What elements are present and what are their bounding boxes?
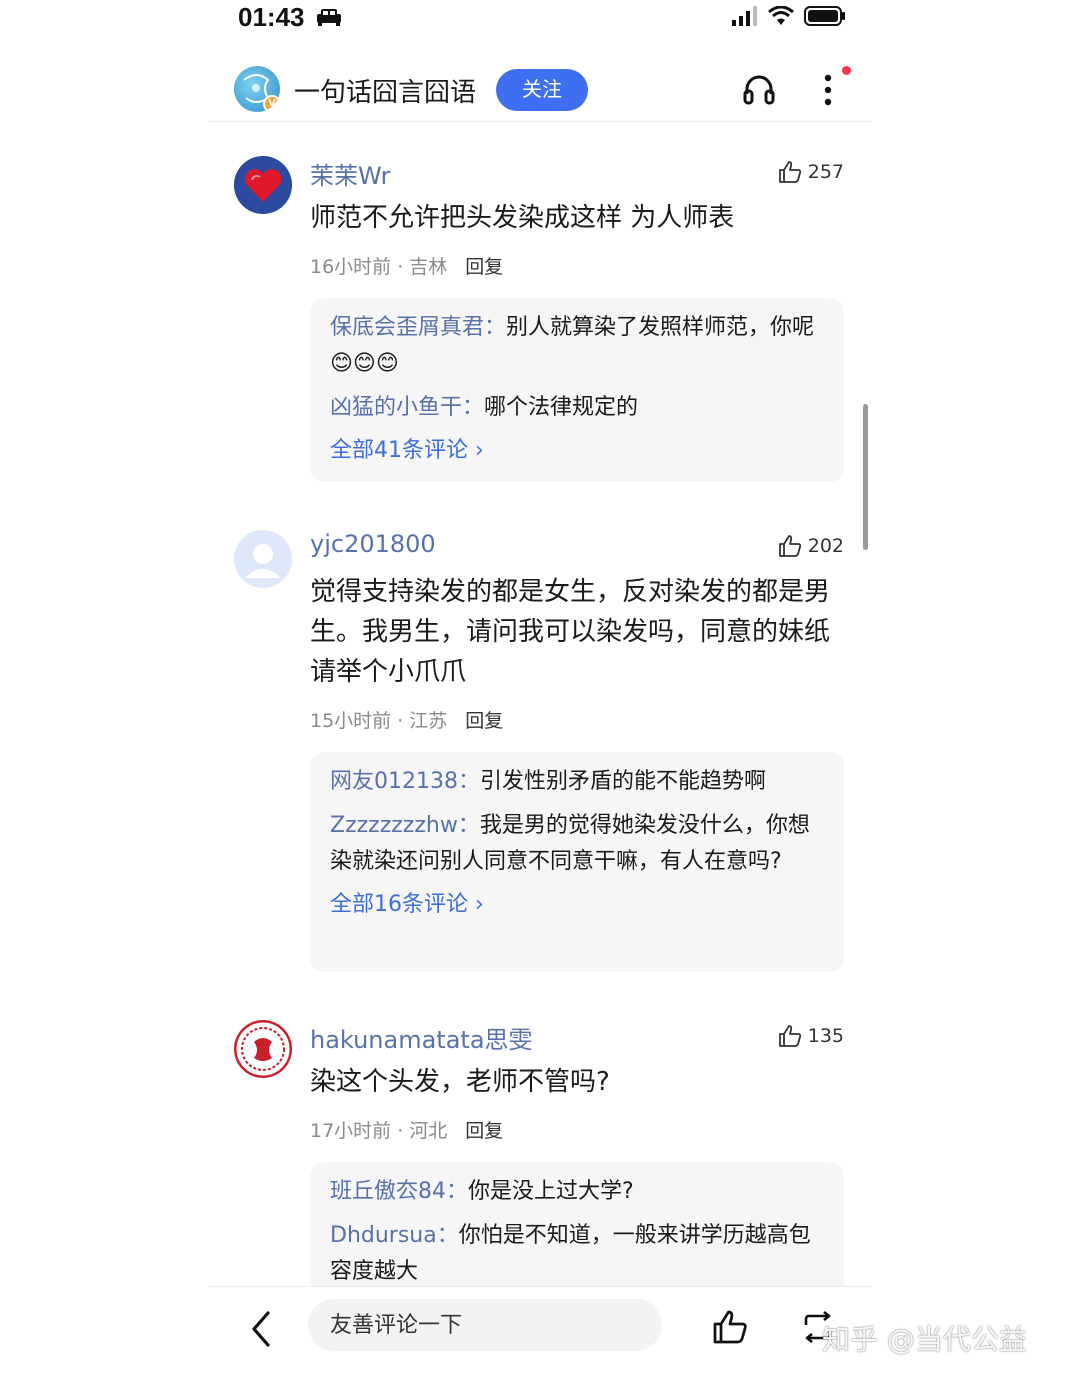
comment-text: 染这个头发，老师不管吗? xyxy=(310,1067,610,1097)
comment-text: 师范不允许把头发染成这样 为人师表 xyxy=(310,203,735,233)
channel-name[interactable]: 一句话囧言囧语 xyxy=(294,72,476,109)
follow-button[interactable]: 关注 xyxy=(496,69,588,111)
all-replies-link[interactable]: 全部41条评论 › xyxy=(330,434,824,468)
car-icon xyxy=(317,9,341,26)
like-count: 257 xyxy=(807,161,844,183)
reply-item: 网友012138：引发性别矛盾的能不能趋势啊 xyxy=(330,764,824,800)
like-count: 202 xyxy=(807,535,844,557)
avatar[interactable] xyxy=(234,1020,292,1078)
comment-time-location: 17小时前 · 河北 xyxy=(310,1120,448,1142)
default-avatar-icon xyxy=(234,530,292,588)
comment-meta: 16小时前 · 吉林 回复 xyxy=(310,252,503,279)
reply-button[interactable]: 回复 xyxy=(465,710,503,732)
scrollbar[interactable] xyxy=(863,404,868,550)
reply-item: 班丘傲厺84：你是没上过大学? xyxy=(330,1174,824,1210)
reply-text: 你是没上过大学? xyxy=(468,1179,634,1204)
reply-thread: 网友012138：引发性别矛盾的能不能趋势啊 Zzzzzzzzhw：我是男的觉得… xyxy=(310,752,844,972)
comment-username[interactable]: 茉茉Wr xyxy=(310,156,391,191)
reply-username[interactable]: 班丘傲厺84： xyxy=(330,1179,468,1204)
comment-time-location: 15小时前 · 江苏 xyxy=(310,710,448,732)
comment-time-location: 16小时前 · 吉林 xyxy=(310,256,448,278)
like-button[interactable]: 135 xyxy=(778,1024,844,1048)
status-bar: 01:43 xyxy=(208,0,872,40)
reply-username[interactable]: 凶猛的小鱼干： xyxy=(330,395,484,420)
avatar[interactable] xyxy=(234,530,292,588)
comment-username[interactable]: hakunamatata思雯 xyxy=(310,1020,533,1055)
thumbs-up-icon xyxy=(778,161,801,183)
thumbs-up-icon xyxy=(778,535,801,557)
channel-avatar[interactable]: V xyxy=(234,66,280,112)
watermark: 知乎 @当代公益 xyxy=(822,1323,1027,1356)
all-replies-link[interactable]: 全部16条评论 › xyxy=(330,888,824,922)
reply-text: 哪个法律规定的 xyxy=(484,395,639,420)
reply-username[interactable]: 网友012138： xyxy=(330,769,480,794)
comment-text: 觉得支持染发的都是女生，反对染发的都是男生。我男生，请问我可以染发吗，同意的妹纸… xyxy=(310,577,831,687)
comment-screen: 01:43 V 一句话囧言囧语 关注 茉茉Wr 257 师范不允许把头发染成这样… xyxy=(208,0,872,1381)
reply-thread: 班丘傲厺84：你是没上过大学? Dhdursua：你怕是不知道，一般来讲学历越高… xyxy=(310,1162,844,1302)
verified-badge: V xyxy=(263,95,280,112)
reply-thread: 保底会歪屑真君：别人就算染了发照样师范，你呢😊😊😊 凶猛的小鱼干：哪个法律规定的… xyxy=(310,298,844,482)
notification-dot xyxy=(842,66,851,75)
reply-username[interactable]: Dhdursua： xyxy=(330,1223,459,1248)
back-icon[interactable] xyxy=(248,1309,274,1349)
thumbs-up-icon xyxy=(778,1025,801,1047)
stamp-avatar-icon xyxy=(234,1020,292,1078)
reply-item: Zzzzzzzzhw：我是男的觉得她染发没什么，你想染就染还问别人同意不同意干嘛… xyxy=(330,808,824,880)
avatar[interactable] xyxy=(234,156,292,214)
comment-meta: 15小时前 · 江苏 回复 xyxy=(310,706,503,733)
like-count: 135 xyxy=(807,1025,844,1047)
heart-avatar-icon xyxy=(234,156,292,214)
comment-input[interactable] xyxy=(308,1299,662,1351)
like-button[interactable]: 202 xyxy=(778,534,844,558)
reply-item: 凶猛的小鱼干：哪个法律规定的 xyxy=(330,390,824,426)
battery-icon xyxy=(804,6,845,26)
status-time: 01:43 xyxy=(238,2,305,32)
reply-item: 保底会歪屑真君：别人就算染了发照样师范，你呢😊😊😊 xyxy=(330,310,824,382)
reply-username[interactable]: Zzzzzzzzhw： xyxy=(330,813,480,838)
status-indicators xyxy=(732,6,846,26)
reply-button[interactable]: 回复 xyxy=(465,1120,503,1142)
more-icon[interactable] xyxy=(818,70,838,110)
wifi-icon xyxy=(768,6,794,25)
signal-icon xyxy=(732,6,757,26)
reply-item: Dhdursua：你怕是不知道，一般来讲学历越高包容度越大 xyxy=(330,1218,824,1290)
reply-username[interactable]: 保底会歪屑真君： xyxy=(330,315,506,340)
reply-button[interactable]: 回复 xyxy=(465,256,503,278)
like-button[interactable]: 257 xyxy=(778,160,844,184)
reply-text: 引发性别矛盾的能不能趋势啊 xyxy=(479,769,766,794)
headphone-icon[interactable] xyxy=(742,72,776,106)
thumbs-up-icon[interactable] xyxy=(712,1309,748,1345)
channel-header: V 一句话囧言囧语 关注 xyxy=(208,56,872,122)
bottom-bar xyxy=(208,1286,872,1381)
comment-meta: 17小时前 · 河北 回复 xyxy=(310,1116,503,1143)
comment-username[interactable]: yjc201800 xyxy=(310,530,436,558)
